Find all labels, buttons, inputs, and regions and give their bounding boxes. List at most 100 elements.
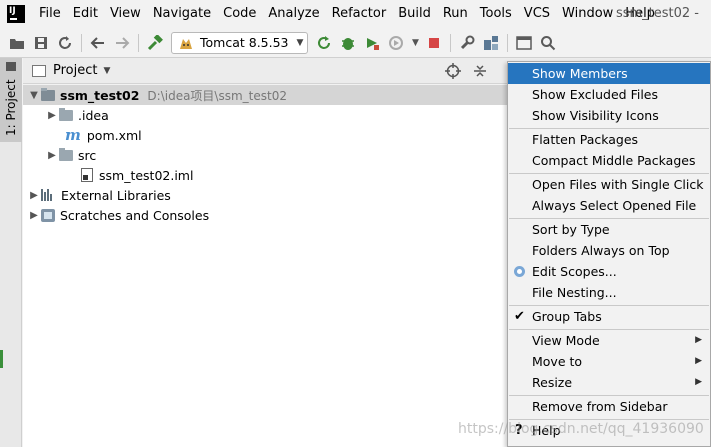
left-tool-stripe: 1: Project (0, 58, 22, 447)
chevron-down-icon[interactable]: ▼ (409, 32, 421, 54)
menu-item-group-tabs[interactable]: ✔ Group Tabs (508, 306, 710, 327)
collapse-all-icon[interactable] (472, 63, 488, 79)
stripe-indicator (0, 350, 3, 368)
menu-item-show-visibility-icons[interactable]: Show Visibility Icons (508, 105, 710, 126)
project-view-options-menu: Show Members Show Excluded Files Show Vi… (507, 61, 711, 447)
menu-item-file-nesting[interactable]: File Nesting... (508, 282, 710, 303)
folder-icon (59, 147, 73, 161)
project-tool-tab-label: 1: Project (4, 79, 18, 136)
menu-vcs[interactable]: VCS (518, 0, 556, 28)
iml-file-icon (81, 168, 93, 182)
menu-item-show-members[interactable]: Show Members (508, 63, 710, 84)
tree-row-scratches[interactable]: ▶ Scratches and Consoles (27, 205, 209, 225)
tomcat-icon (180, 38, 192, 49)
build-hammer-icon[interactable] (144, 32, 166, 54)
open-folder-icon[interactable] (6, 32, 28, 54)
scratches-icon (41, 208, 55, 222)
toolbar-separator (138, 33, 139, 52)
menu-item-folders-always-on-top[interactable]: Folders Always on Top (508, 240, 710, 261)
tree-row-pom[interactable]: m pom.xml (65, 125, 142, 145)
menu-item-flatten-packages[interactable]: Flatten Packages (508, 129, 710, 150)
stop-icon[interactable] (423, 32, 445, 54)
root-module-name: ssm_test02 (60, 87, 140, 103)
watermark-text: https://blog.csdn.net/qq_41936090 (458, 421, 704, 437)
menu-item-label: Resize (532, 375, 573, 390)
profile-icon[interactable] (385, 32, 407, 54)
library-icon (41, 189, 55, 201)
menu-item-always-select-opened-file[interactable]: Always Select Opened File (508, 195, 710, 216)
project-structure-icon[interactable] (480, 32, 502, 54)
toolbar-separator (81, 33, 82, 52)
chevron-right-icon[interactable]: ▶ (45, 110, 59, 121)
tree-item-label: Scratches and Consoles (60, 207, 210, 223)
menu-item-edit-scopes[interactable]: Edit Scopes... (508, 261, 710, 282)
menu-item-sort-by-type[interactable]: Sort by Type (508, 219, 710, 240)
tree-item-label: pom.xml (86, 127, 142, 143)
menu-item-label: Group Tabs (532, 309, 602, 324)
chevron-right-icon[interactable]: ▶ (45, 150, 59, 161)
run-configuration-label: Tomcat 8.5.53 (200, 35, 289, 50)
chevron-down-icon[interactable]: ▼ (103, 66, 110, 76)
menu-item-label: Edit Scopes... (532, 264, 617, 279)
chevron-down-icon: ▼ (296, 37, 304, 48)
debug-bug-icon[interactable] (337, 32, 359, 54)
menu-item-label: View Mode (532, 333, 600, 348)
maven-icon: m (65, 126, 81, 144)
terminal-window-icon[interactable] (513, 32, 535, 54)
menu-code[interactable]: Code (217, 0, 262, 28)
toolbar-separator (507, 33, 509, 52)
folder-icon (59, 107, 73, 121)
menu-item-resize[interactable]: Resize ▶ (508, 372, 710, 393)
tree-item-label: External Libraries (61, 187, 171, 203)
coverage-icon[interactable] (361, 32, 383, 54)
menu-window[interactable]: Window (556, 0, 619, 28)
search-icon[interactable] (537, 32, 559, 54)
window-title: ssm_test02 - (615, 6, 699, 21)
locate-crosshair-icon[interactable] (445, 63, 461, 79)
settings-wrench-icon[interactable] (456, 32, 478, 54)
scopes-radio-icon (514, 266, 525, 277)
project-view-selector[interactable]: Project (53, 63, 97, 78)
chevron-right-icon[interactable]: ▶ (27, 190, 41, 201)
submenu-arrow-icon: ▶ (695, 356, 702, 366)
menu-item-remove-from-sidebar[interactable]: Remove from Sidebar (508, 396, 710, 417)
sync-icon[interactable] (54, 32, 76, 54)
chevron-right-icon[interactable]: ▶ (27, 210, 41, 221)
chevron-down-icon[interactable]: ▼ (27, 90, 41, 101)
tree-row-root[interactable]: ▼ ssm_test02 D:\idea项目\ssm_test02 (23, 85, 511, 105)
menu-navigate[interactable]: Navigate (147, 0, 217, 28)
module-folder-icon (41, 87, 55, 101)
main-toolbar: Tomcat 8.5.53 ▼ ▼ (0, 28, 711, 58)
menu-item-move-to[interactable]: Move to ▶ (508, 351, 710, 372)
project-tool-tab[interactable]: 1: Project (0, 58, 22, 142)
tree-row-iml[interactable]: ssm_test02.iml (81, 165, 193, 185)
menu-refactor[interactable]: Refactor (326, 0, 393, 28)
menu-run[interactable]: Run (437, 0, 474, 28)
run-configuration-select[interactable]: Tomcat 8.5.53 ▼ (171, 31, 309, 54)
submenu-arrow-icon: ▶ (695, 377, 702, 387)
menu-item-compact-middle-packages[interactable]: Compact Middle Packages (508, 150, 710, 171)
toolbar-separator (450, 33, 452, 52)
submenu-arrow-icon: ▶ (695, 335, 702, 345)
intellij-logo-icon (7, 5, 25, 23)
menu-analyze[interactable]: Analyze (262, 0, 325, 28)
menu-edit[interactable]: Edit (67, 0, 104, 28)
menu-item-open-files-single-click[interactable]: Open Files with Single Click (508, 174, 710, 195)
save-icon[interactable] (30, 32, 52, 54)
tree-item-label: src (78, 147, 97, 163)
rerun-icon[interactable] (313, 32, 335, 54)
menu-file[interactable]: File (33, 0, 67, 28)
menu-bar: File Edit View Navigate Code Analyze Ref… (0, 0, 711, 28)
tree-row-src[interactable]: ▶ src (45, 145, 96, 165)
menu-item-view-mode[interactable]: View Mode ▶ (508, 330, 710, 351)
tree-item-label: ssm_test02.iml (99, 167, 194, 183)
tree-row-idea[interactable]: ▶ .idea (45, 105, 109, 125)
back-arrow-icon[interactable] (87, 32, 109, 54)
forward-arrow-icon[interactable] (111, 32, 133, 54)
menu-build[interactable]: Build (392, 0, 437, 28)
menu-view[interactable]: View (104, 0, 147, 28)
tree-row-external-libraries[interactable]: ▶ External Libraries (27, 185, 171, 205)
checkmark-icon: ✔ (514, 309, 525, 324)
menu-tools[interactable]: Tools (474, 0, 518, 28)
menu-item-show-excluded-files[interactable]: Show Excluded Files (508, 84, 710, 105)
